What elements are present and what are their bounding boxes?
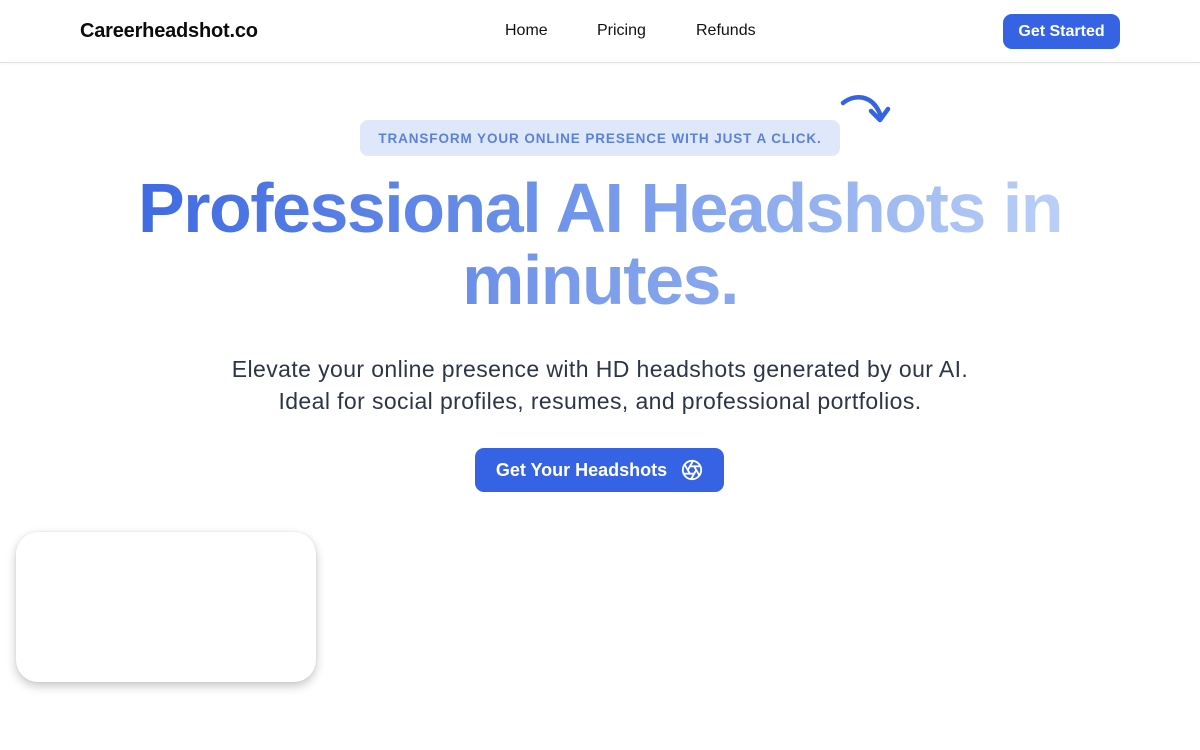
headline-line-1: Professional AI Headshots in xyxy=(134,172,1066,244)
headline-line-2: minutes. xyxy=(458,244,742,316)
nav-link-pricing[interactable]: Pricing xyxy=(597,22,646,40)
get-started-button[interactable]: Get Started xyxy=(1003,14,1120,49)
subtitle-line-2: Ideal for social profiles, resumes, and … xyxy=(278,388,922,414)
brand-logo[interactable]: Careerheadshot.co xyxy=(80,20,258,43)
tagline-badge: TRANSFORM YOUR ONLINE PRESENCE WITH JUST… xyxy=(360,120,840,156)
hero-subtitle: Elevate your online presence with HD hea… xyxy=(0,353,1200,417)
get-your-headshots-button[interactable]: Get Your Headshots xyxy=(475,448,724,492)
nav-link-home[interactable]: Home xyxy=(505,22,548,40)
floating-card xyxy=(16,532,316,682)
subtitle-line-1: Elevate your online presence with HD hea… xyxy=(231,356,969,382)
hero-headline: Professional AI Headshots in minutes. xyxy=(0,172,1200,316)
navbar: Careerheadshot.co Home Pricing Refunds G… xyxy=(0,0,1200,63)
get-your-headshots-label: Get Your Headshots xyxy=(495,459,668,480)
curved-arrow-down-right-icon xyxy=(840,95,891,123)
nav-link-refunds[interactable]: Refunds xyxy=(696,22,756,40)
camera-aperture-icon xyxy=(682,459,703,481)
